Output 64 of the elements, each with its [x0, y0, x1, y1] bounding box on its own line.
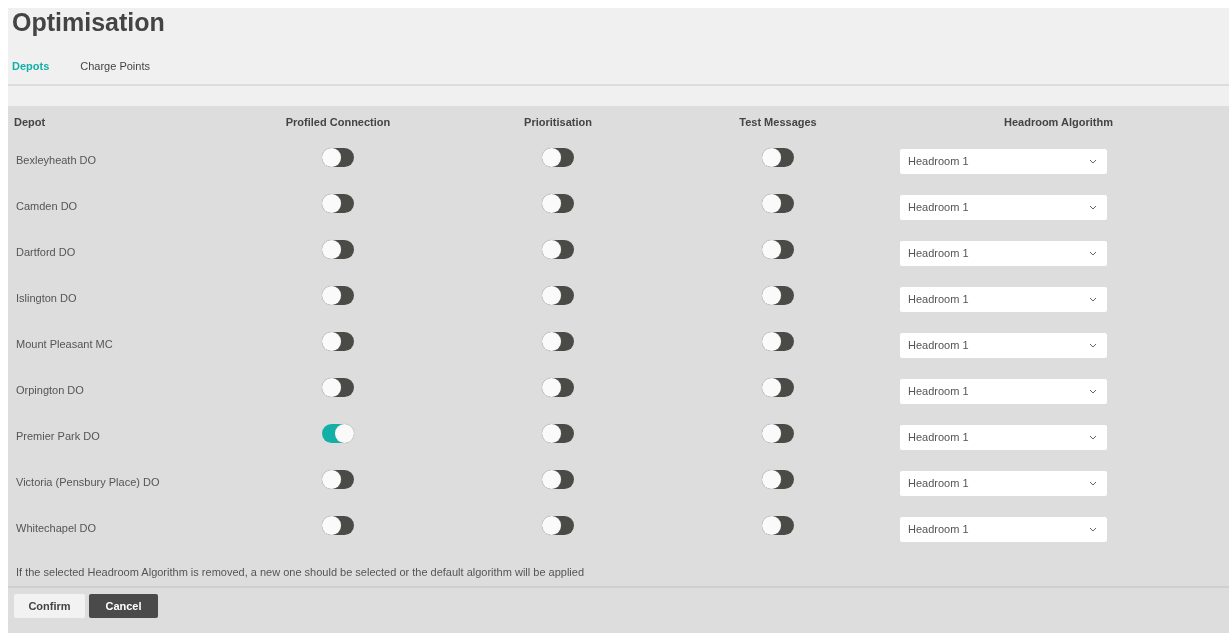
- toggle-switch[interactable]: [322, 377, 354, 397]
- depot-name: Dartford DO: [15, 246, 76, 258]
- column-header: Profiled Connection: [284, 115, 392, 130]
- headroom-dropdown[interactable]: Headroom 1: [900, 378, 1107, 404]
- toggle-switch[interactable]: [542, 331, 574, 351]
- headroom-dropdown[interactable]: Headroom 1: [900, 240, 1107, 266]
- toggle-switch[interactable]: [542, 285, 574, 305]
- toggle-switch[interactable]: [542, 469, 574, 489]
- info-note: If the selected Headroom Algorithm is removed, a new one should be selected or the default algorithm will be applied: [15, 565, 586, 580]
- depot-name: Victoria (Pensbury Place) DO: [15, 476, 160, 488]
- chevron-down-icon: [1089, 204, 1097, 210]
- toggle-switch[interactable]: [322, 239, 354, 259]
- toggle-switch[interactable]: [542, 193, 574, 213]
- headroom-dropdown[interactable]: Headroom 1: [900, 286, 1107, 312]
- chevron-down-icon: [1089, 250, 1097, 256]
- toggle-switch[interactable]: [322, 423, 354, 443]
- toggle-switch[interactable]: [322, 147, 354, 167]
- chevron-down-icon: [1089, 526, 1097, 532]
- toggle-switch[interactable]: [762, 285, 794, 305]
- toggle-switch[interactable]: [762, 147, 794, 167]
- toggle-switch[interactable]: [542, 239, 574, 259]
- toggle-switch[interactable]: [542, 147, 574, 167]
- chevron-down-icon: [1089, 434, 1097, 440]
- toggle-switch[interactable]: [322, 285, 354, 305]
- toggle-switch[interactable]: [322, 331, 354, 351]
- headroom-dropdown[interactable]: Headroom 1: [900, 470, 1107, 496]
- toggle-switch[interactable]: [322, 515, 354, 535]
- depot-name: Camden DO: [15, 200, 78, 212]
- cancel-button[interactable]: Cancel: [89, 594, 158, 618]
- toggle-switch[interactable]: [542, 515, 574, 535]
- column-header: Depot: [13, 115, 47, 130]
- toggle-switch[interactable]: [762, 239, 794, 259]
- depot-name: Mount Pleasant MC: [15, 338, 113, 350]
- toggle-switch[interactable]: [322, 193, 354, 213]
- headroom-dropdown[interactable]: Headroom 1: [900, 332, 1107, 358]
- column-header: Prioritisation: [523, 115, 593, 130]
- toggle-switch[interactable]: [542, 423, 574, 443]
- tab[interactable]: Charge Points: [80, 58, 150, 74]
- chevron-down-icon: [1089, 342, 1097, 348]
- depot-name: Islington DO: [15, 292, 77, 304]
- toggle-switch[interactable]: [762, 469, 794, 489]
- toggle-switch[interactable]: [542, 377, 574, 397]
- toggle-switch[interactable]: [762, 377, 794, 397]
- chevron-down-icon: [1089, 296, 1097, 302]
- confirm-button[interactable]: Confirm: [14, 594, 85, 618]
- toggle-switch[interactable]: [762, 331, 794, 351]
- chevron-down-icon: [1089, 158, 1097, 164]
- page-title: Optimisation: [11, 8, 166, 38]
- depot-name: Whitechapel DO: [15, 522, 97, 534]
- headroom-dropdown[interactable]: Headroom 1: [900, 148, 1107, 174]
- column-header: Headroom Algorithm: [1003, 115, 1114, 130]
- depot-name: Premier Park DO: [15, 430, 100, 442]
- toggle-switch[interactable]: [762, 423, 794, 443]
- headroom-dropdown[interactable]: Headroom 1: [900, 194, 1107, 220]
- toggle-switch[interactable]: [762, 515, 794, 535]
- depot-name: Bexleyheath DO: [15, 154, 97, 166]
- chevron-down-icon: [1089, 388, 1097, 394]
- depot-name: Orpington DO: [15, 384, 84, 396]
- column-header: Test Messages: [738, 115, 818, 130]
- toggle-switch[interactable]: [322, 469, 354, 489]
- chevron-down-icon: [1089, 480, 1097, 486]
- headroom-dropdown[interactable]: Headroom 1: [900, 516, 1107, 542]
- toggle-switch[interactable]: [762, 193, 794, 213]
- headroom-dropdown[interactable]: Headroom 1: [900, 424, 1107, 450]
